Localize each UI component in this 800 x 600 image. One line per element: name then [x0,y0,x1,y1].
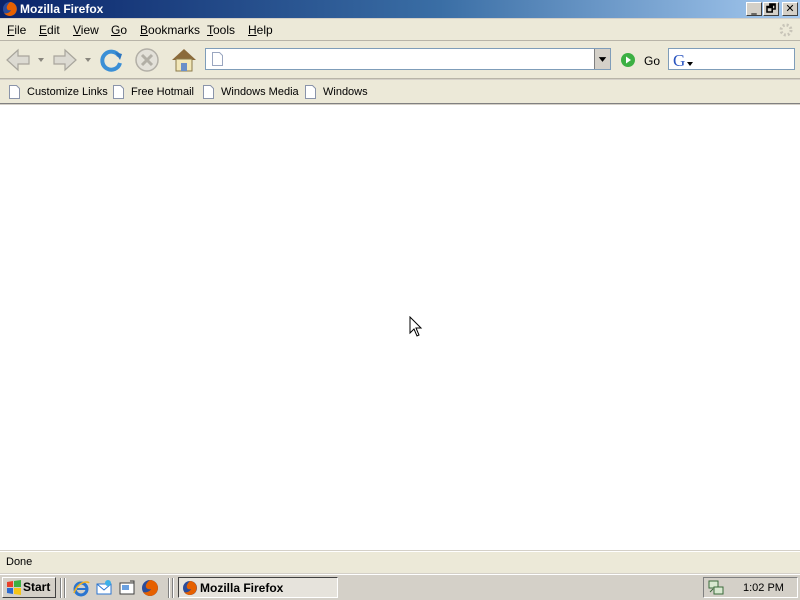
firefox-icon [3,2,17,16]
taskbar-button-firefox[interactable]: Mozilla Firefox [178,577,338,598]
page-icon [212,52,223,66]
firefox-icon [183,581,197,595]
status-text: Done [6,556,33,568]
status-bar: Done [0,551,800,573]
bookmark-label: Windows Media [221,86,299,98]
title-bar[interactable]: Mozilla Firefox _ 🗗 ✕ [0,0,800,18]
clock[interactable]: 1:02 PM [743,582,784,594]
taskbar-separator [64,578,66,598]
search-bar[interactable]: G [668,48,795,70]
menu-view[interactable]: View [73,23,99,37]
menu-bookmarks[interactable]: Bookmarks [140,23,200,37]
close-button[interactable]: ✕ [782,2,798,16]
taskbar-separator [168,578,170,598]
bookmark-page-icon [113,85,124,99]
page-content[interactable] [0,105,800,550]
google-search-engine-icon[interactable]: G [672,51,694,69]
maximize-button[interactable]: 🗗 [763,2,779,16]
windows-logo-icon [7,580,21,595]
bookmark-windows[interactable]: Windows [305,85,371,101]
menu-tools[interactable]: Tools [207,23,235,37]
reload-icon[interactable] [96,45,126,75]
outlook-express-icon[interactable] [95,579,113,597]
address-bar[interactable] [205,48,611,70]
show-desktop-icon[interactable] [118,579,136,597]
taskbar-button-label: Mozilla Firefox [200,581,284,595]
menu-help[interactable]: Help [248,23,273,37]
navigation-toolbar: Go G [0,41,800,79]
menu-file[interactable]: File [7,23,26,37]
url-dropdown-icon[interactable] [594,49,610,69]
minimize-button[interactable]: _ [746,2,762,16]
menu-edit[interactable]: Edit [39,23,60,37]
network-connection-icon[interactable] [707,579,725,596]
go-label: Go [644,54,661,68]
taskbar-separator [172,578,174,598]
url-input[interactable] [228,51,588,67]
taskbar: Start Mozilla Firefox 1:02 PM [0,574,800,600]
bookmark-customize-links[interactable]: Customize Links [9,85,109,101]
firefox-icon[interactable] [141,579,159,597]
window-title: Mozilla Firefox [20,2,104,16]
bookmark-label: Free Hotmail [131,86,194,98]
throbber-icon [779,23,793,37]
home-icon[interactable] [169,45,199,75]
svg-text:G: G [673,51,685,69]
bookmark-label: Customize Links [27,86,108,98]
bookmarks-toolbar: Customize Links Free Hotmail Windows Med… [0,80,800,104]
forward-icon[interactable] [50,45,80,75]
menu-go[interactable]: Go [111,23,127,37]
start-button[interactable]: Start [2,577,56,598]
bookmark-page-icon [9,85,20,99]
menu-bar: File Edit View Go Bookmarks Tools Help [0,19,800,41]
stop-icon[interactable] [132,45,162,75]
bookmark-page-icon [203,85,214,99]
bookmark-label: Windows [323,86,368,98]
taskbar-separator [60,578,62,598]
bookmark-windows-media[interactable]: Windows Media [203,85,299,101]
go-arrow-icon [621,53,635,67]
back-history-icon[interactable] [37,56,45,64]
search-input[interactable] [697,51,789,67]
forward-history-icon[interactable] [84,56,92,64]
back-icon[interactable] [3,45,33,75]
system-tray: 1:02 PM [703,577,798,598]
start-label: Start [23,580,51,594]
bookmark-page-icon [305,85,316,99]
internet-explorer-icon[interactable] [72,579,90,597]
mouse-pointer-icon [409,316,423,337]
bookmark-free-hotmail[interactable]: Free Hotmail [113,85,197,101]
